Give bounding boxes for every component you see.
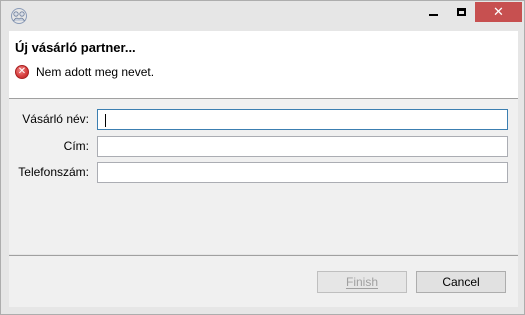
error-icon: ✕ — [15, 65, 29, 79]
cancel-button[interactable]: Cancel — [416, 271, 506, 293]
form-row-phone: Telefonszám: — [9, 162, 518, 184]
title-bar[interactable]: ✕ — [1, 1, 524, 31]
phone-input[interactable] — [97, 162, 508, 183]
form-row-address: Cím: — [9, 136, 518, 158]
minimize-button[interactable] — [419, 2, 447, 22]
dialog-title: Új vásárló partner... — [15, 40, 136, 55]
button-bar: Finish Cancel — [9, 256, 518, 307]
maximize-button[interactable] — [447, 2, 475, 22]
error-message-text: Nem adott meg nevet. — [36, 65, 155, 79]
finish-button[interactable]: Finish — [317, 271, 407, 293]
name-label: Vásárló név: — [22, 112, 89, 126]
address-label: Cím: — [63, 139, 89, 153]
phone-label: Telefonszám: — [18, 165, 89, 179]
form-area: Vásárló név: Cím: Telefonszám: — [9, 99, 518, 254]
error-message-row: ✕ Nem adott meg nevet. — [15, 65, 154, 79]
dialog-window: ✕ Új vásárló partner... ✕ Nem adott meg … — [0, 0, 525, 315]
close-button[interactable]: ✕ — [475, 2, 522, 22]
close-icon: ✕ — [493, 4, 504, 20]
maximize-icon — [456, 8, 466, 16]
app-logo-icon — [10, 7, 28, 25]
finish-button-label: Finish — [345, 275, 378, 289]
minimize-icon — [428, 14, 438, 16]
customer-name-input[interactable] — [97, 109, 508, 130]
wizard-header: Új vásárló partner... ✕ Nem adott meg ne… — [9, 31, 518, 99]
text-caret — [105, 114, 106, 127]
address-input[interactable] — [97, 136, 508, 157]
form-row-name: Vásárló név: — [9, 109, 518, 131]
